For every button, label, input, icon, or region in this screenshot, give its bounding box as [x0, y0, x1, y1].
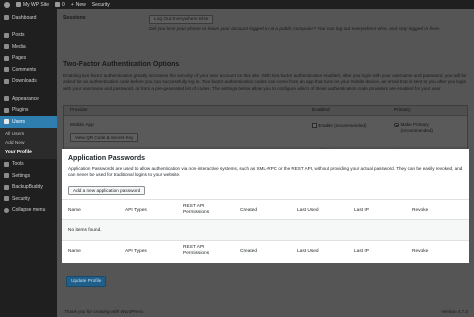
admin-bar: My WP Site 0 + New Security — [0, 0, 474, 9]
submenu-all-users[interactable]: All Users — [0, 130, 57, 139]
users-icon — [4, 119, 9, 125]
dashboard-icon — [4, 15, 9, 21]
collapse-icon — [4, 207, 9, 213]
column-name[interactable]: Name — [68, 208, 81, 213]
sidebar-item-dashboard[interactable]: Dashboard — [0, 12, 57, 24]
sidebar-item-security[interactable]: Security — [0, 193, 57, 205]
column-last-ip[interactable]: Last IP — [354, 208, 369, 213]
enable-checkbox[interactable]: Enable (recommended) — [312, 123, 367, 128]
collapse-menu-button[interactable]: Collapse menu — [0, 205, 57, 217]
download-icon — [4, 78, 9, 84]
sidebar-item-users[interactable]: Users — [0, 116, 57, 128]
column-rest-api-permissions[interactable]: REST API Permissions — [183, 204, 209, 215]
empty-message: No items found. — [68, 227, 102, 233]
settings-icon — [4, 173, 9, 179]
sidebar-item-media[interactable]: Media — [0, 41, 57, 53]
submenu-your-profile[interactable]: Your Profile — [0, 148, 57, 157]
backup-icon — [4, 184, 9, 190]
shield-icon — [4, 196, 9, 202]
security-link[interactable]: Security — [92, 2, 110, 8]
column-revoke[interactable]: Revoke — [412, 208, 428, 213]
sessions-description: Did you lose your phone or leave your ac… — [149, 27, 441, 32]
column-revoke[interactable]: Revoke — [412, 249, 428, 254]
application-passwords-description: Application Passwords are used to allow … — [68, 166, 463, 178]
footer-thanks: Thank you for creating with WordPress. — [64, 309, 145, 314]
table-row: No items found. — [62, 220, 469, 240]
column-rest-api-permissions[interactable]: REST API Permissions — [183, 245, 209, 256]
sidebar-item-settings[interactable]: Settings — [0, 170, 57, 182]
two-factor-table-header: Provider Enabled Primary — [64, 106, 467, 116]
submenu-add-new[interactable]: Add New — [0, 139, 57, 148]
users-submenu: All Users Add New Your Profile — [0, 127, 57, 159]
wordpress-logo-icon[interactable] — [4, 1, 10, 8]
sidebar-item-pages[interactable]: Pages — [0, 53, 57, 65]
make-primary-radio[interactable]: Make Primary (recommended) — [394, 122, 433, 134]
home-icon — [16, 2, 21, 7]
new-content-link[interactable]: + New — [71, 2, 86, 8]
add-application-password-button[interactable]: Add a new application password — [68, 186, 146, 195]
sidebar-item-backupbuddy[interactable]: BackupBuddy — [0, 182, 57, 194]
column-api-types[interactable]: API Types — [125, 208, 147, 213]
column-last-used[interactable]: Last Used — [297, 249, 319, 254]
radio-icon[interactable] — [394, 122, 399, 128]
column-created[interactable]: Created — [240, 208, 257, 213]
sessions-section: Sessions Log Out Everywhere Else Did you… — [63, 15, 468, 49]
view-qr-code-button[interactable]: View QR Code & Secret Key — [70, 133, 139, 142]
application-passwords-table-footer: Name API Types REST API Permissions Creat… — [62, 240, 469, 260]
application-passwords-table-header: Name API Types REST API Permissions Creat… — [62, 200, 469, 220]
sidebar-item-posts[interactable]: Posts — [0, 30, 57, 42]
provider-name: Mobile App — [70, 123, 94, 128]
sidebar-item-downloads[interactable]: Downloads — [0, 76, 57, 88]
comment-icon — [4, 67, 9, 73]
checkbox-icon[interactable] — [312, 123, 317, 128]
two-factor-description: Enabling two-factor authentication great… — [63, 73, 467, 91]
plugin-icon — [4, 107, 9, 113]
comment-icon — [55, 2, 61, 7]
sidebar-item-comments[interactable]: Comments — [0, 64, 57, 76]
sidebar-item-tools[interactable]: Tools — [0, 159, 57, 171]
column-last-used[interactable]: Last Used — [297, 208, 319, 213]
media-icon — [4, 44, 9, 50]
logout-everywhere-button[interactable]: Log Out Everywhere Else — [149, 15, 214, 24]
application-passwords-title: Application Passwords — [68, 155, 146, 162]
column-created[interactable]: Created — [240, 249, 257, 254]
table-row: Mobile App View QR Code & Secret Key Ena… — [64, 117, 467, 146]
wrench-icon — [4, 161, 9, 167]
application-passwords-section: Application Passwords Application Passwo… — [62, 149, 469, 263]
column-name[interactable]: Name — [68, 249, 81, 254]
update-profile-button[interactable]: Update Profile — [66, 276, 107, 287]
footer-version: Version 4.7.3 — [441, 309, 468, 314]
sessions-label: Sessions — [63, 15, 86, 21]
column-last-ip[interactable]: Last IP — [354, 249, 369, 254]
application-passwords-table: Name API Types REST API Permissions Creat… — [62, 199, 469, 260]
site-name-link[interactable]: My WP Site — [16, 2, 49, 8]
comments-link[interactable]: 0 — [55, 2, 65, 8]
admin-sidebar: Dashboard Posts Media Pages Comments Dow… — [0, 9, 57, 317]
pin-icon — [4, 32, 9, 38]
page-icon — [4, 55, 9, 61]
sidebar-item-plugins[interactable]: Plugins — [0, 105, 57, 117]
brush-icon — [4, 96, 9, 102]
two-factor-title: Two-Factor Authentication Options — [63, 61, 180, 68]
column-api-types[interactable]: API Types — [125, 249, 147, 254]
sidebar-item-appearance[interactable]: Appearance — [0, 93, 57, 105]
